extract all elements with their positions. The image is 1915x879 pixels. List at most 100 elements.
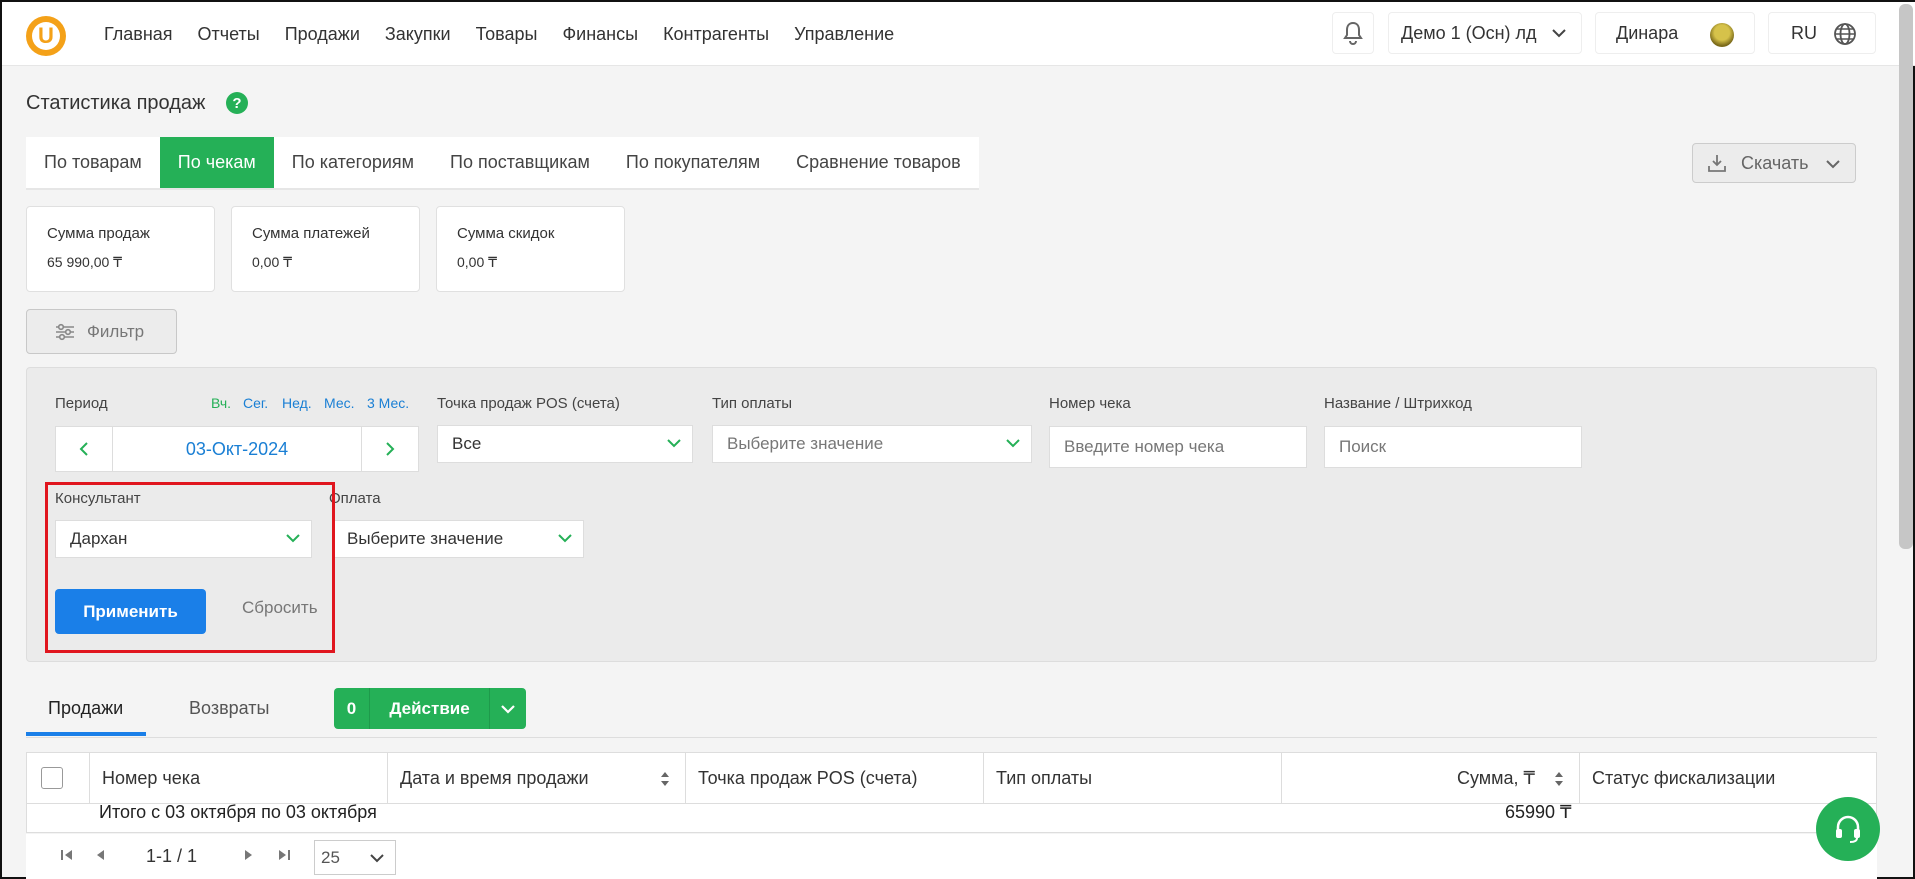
chevron-right-icon	[386, 442, 395, 456]
column-pos[interactable]: Точка продаж POS (счета)	[686, 753, 984, 803]
bell-icon	[1343, 21, 1363, 45]
stat-card-discount-sum: Сумма скидок 0,00 ₸	[436, 206, 625, 292]
nav-item-finance[interactable]: Финансы	[562, 24, 638, 45]
name-barcode-placeholder: Поиск	[1339, 437, 1387, 456]
chevron-down-icon	[558, 534, 572, 543]
tab-by-categories[interactable]: По категориям	[274, 137, 432, 188]
chevron-down-icon	[1826, 160, 1840, 169]
payment-type-label: Тип оплаты	[712, 395, 793, 412]
filter-toggle-button[interactable]: Фильтр	[26, 309, 177, 354]
stat-label: Сумма скидок	[457, 225, 555, 242]
total-value: 65990 ₸	[1505, 803, 1572, 822]
column-sum-label: Сумма, ₸	[1456, 767, 1535, 788]
chevron-down-icon	[501, 704, 515, 714]
nav-item-products[interactable]: Товары	[476, 24, 538, 45]
nav-item-contractors[interactable]: Контрагенты	[663, 24, 769, 45]
language-value: RU	[1791, 22, 1817, 43]
receipt-number-placeholder: Введите номер чека	[1064, 437, 1225, 456]
language-select[interactable]: RU	[1768, 12, 1876, 54]
highlight-box	[45, 482, 335, 653]
selected-count: 0	[334, 688, 370, 729]
page-title: Статистика продаж	[26, 92, 206, 114]
avatar	[1710, 23, 1734, 47]
first-page-icon[interactable]	[60, 848, 74, 866]
page-range: 1-1 / 1	[146, 846, 198, 866]
user-name: Динара	[1616, 22, 1679, 43]
column-payment-type[interactable]: Тип оплаты	[984, 753, 1282, 803]
download-button[interactable]: Скачать	[1692, 143, 1856, 183]
nav-item-sales[interactable]: Продажи	[285, 24, 360, 45]
active-tab-underline	[26, 732, 146, 736]
user-menu[interactable]: Динара	[1595, 12, 1755, 54]
receipts-table-header: Номер чека Дата и время продажи Точка пр…	[26, 752, 1877, 804]
stat-label: Сумма продаж	[47, 225, 150, 242]
tab-by-suppliers[interactable]: По поставщикам	[432, 137, 608, 188]
receipt-number-input[interactable]: Введите номер чека	[1049, 426, 1307, 468]
tab-sales[interactable]: Продажи	[48, 698, 123, 719]
quick-month[interactable]: Мес.	[324, 395, 355, 411]
download-icon	[1708, 155, 1726, 172]
payment-type-select[interactable]: Выберите значение	[712, 425, 1032, 463]
pos-label: Точка продаж POS (счета)	[437, 395, 620, 412]
help-icon[interactable]: ?	[226, 92, 248, 114]
column-sum[interactable]: Сумма, ₸	[1282, 753, 1580, 803]
column-receipt-number[interactable]: Номер чека	[90, 753, 388, 803]
action-button-group: 0 Действие	[334, 688, 526, 729]
name-barcode-search-input[interactable]: Поиск	[1324, 426, 1582, 468]
quick-today[interactable]: Сег.	[243, 395, 268, 411]
payment-select-value: Выберите значение	[347, 529, 504, 548]
payment-label: Оплата	[329, 490, 381, 507]
column-sale-datetime-label: Дата и время продажи	[400, 767, 589, 788]
date-value[interactable]: 03-Окт-2024	[112, 427, 362, 471]
table-total-row: Итого с 03 октября по 03 октября 65990 ₸	[26, 803, 1877, 833]
globe-icon	[1834, 23, 1856, 45]
select-all-cell	[27, 753, 90, 803]
headset-icon	[1836, 815, 1860, 843]
sort-icon	[1555, 772, 1563, 786]
tab-by-receipts[interactable]: По чекам	[159, 137, 274, 188]
tab-returns[interactable]: Возвраты	[189, 698, 269, 719]
last-page-icon[interactable]	[277, 848, 291, 866]
quick-yesterday[interactable]: Вч.	[211, 395, 231, 411]
nav-item-purchases[interactable]: Закупки	[385, 24, 451, 45]
report-tabs: По товарам По чекам По категориям По пос…	[26, 137, 979, 190]
date-picker: 03-Окт-2024	[55, 426, 419, 472]
prev-page-icon[interactable]	[94, 848, 106, 866]
chevron-down-icon	[370, 854, 384, 863]
support-chat-button[interactable]	[1816, 797, 1880, 861]
stat-label: Сумма платежей	[252, 225, 370, 242]
select-all-checkbox[interactable]	[41, 767, 63, 789]
quick-3-months[interactable]: 3 Мес.	[367, 395, 409, 411]
next-page-icon[interactable]	[243, 848, 255, 866]
next-date-button[interactable]	[362, 427, 418, 471]
chevron-down-icon	[1006, 439, 1020, 448]
page-scrollbar[interactable]	[1899, 4, 1913, 549]
download-label: Скачать	[1741, 152, 1809, 173]
column-fiscal-status[interactable]: Статус фискализации	[1580, 753, 1876, 803]
prev-date-button[interactable]	[56, 427, 112, 471]
period-label: Период	[55, 395, 108, 412]
payment-type-placeholder: Выберите значение	[727, 434, 884, 453]
nav-item-reports[interactable]: Отчеты	[198, 24, 260, 45]
receipt-number-label: Номер чека	[1049, 395, 1131, 412]
sliders-icon	[56, 323, 74, 340]
action-dropdown-button[interactable]	[490, 688, 526, 729]
tab-by-products[interactable]: По товарам	[26, 137, 160, 188]
payment-select[interactable]: Выберите значение	[332, 520, 584, 558]
tab-by-customers[interactable]: По покупателям	[608, 137, 778, 188]
stat-card-sales-sum: Сумма продаж 65 990,00 ₸	[26, 206, 215, 292]
chevron-left-icon	[79, 442, 88, 456]
quick-week[interactable]: Нед.	[282, 395, 312, 411]
store-select[interactable]: Демо 1 (Осн) лд	[1388, 12, 1582, 54]
app-logo[interactable]: U	[26, 16, 66, 56]
column-sale-datetime[interactable]: Дата и время продажи	[388, 753, 686, 803]
nav-item-home[interactable]: Главная	[104, 24, 173, 45]
notifications-button[interactable]	[1332, 12, 1374, 54]
action-button[interactable]: Действие	[370, 688, 490, 729]
tab-compare-products[interactable]: Сравнение товаров	[778, 137, 979, 188]
nav-item-management[interactable]: Управление	[794, 24, 894, 45]
stat-value: 0,00 ₸	[252, 254, 293, 270]
pos-select[interactable]: Все	[437, 425, 693, 463]
page-size-select[interactable]: 25	[314, 840, 396, 875]
top-navbar: U Главная Отчеты Продажи Закупки Товары …	[2, 2, 1915, 66]
